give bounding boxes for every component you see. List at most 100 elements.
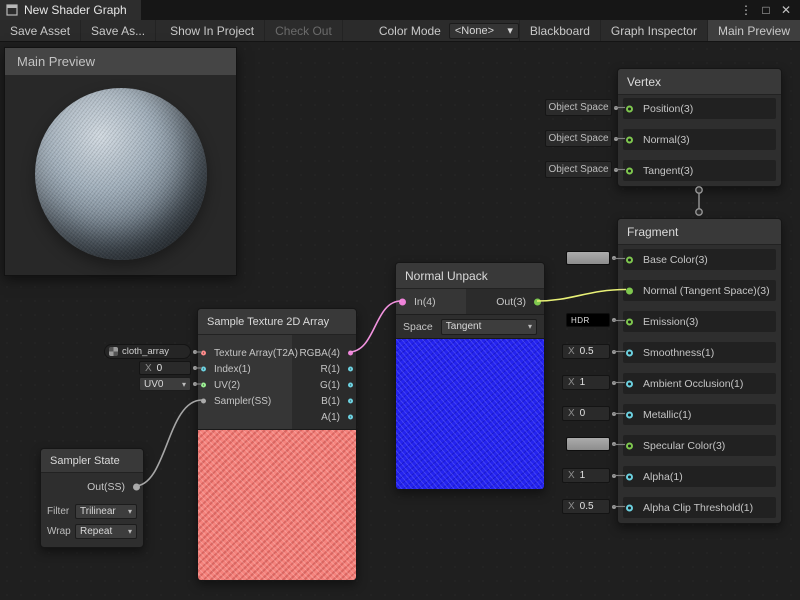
fragment-input-normal-tangent[interactable]: Normal (Tangent Space)(3) (623, 280, 776, 301)
filter-dropdown[interactable]: Trilinear ▾ (75, 504, 137, 519)
a-port-icon[interactable] (348, 415, 353, 420)
out-label: Out(3) (496, 296, 526, 308)
uv-channel-dropdown[interactable]: UV0 ▾ (139, 377, 191, 391)
shader-preview-sphere[interactable] (35, 88, 207, 260)
main-preview-window-header[interactable]: Main Preview (5, 48, 236, 75)
out-ss-port-icon[interactable] (133, 484, 140, 491)
uv-label: UV(2) (214, 380, 240, 391)
position-space-dropdown[interactable]: Object Space (545, 99, 612, 116)
rgba-port-icon[interactable] (348, 351, 353, 356)
vertex-input-normal[interactable]: Normal(3) (623, 129, 776, 150)
fragment-input-alpha[interactable]: Alpha(1) (623, 466, 776, 487)
base-color-swatch[interactable] (566, 251, 610, 265)
texture-array-object-field[interactable]: cloth_array (104, 344, 191, 359)
sample-input-uv[interactable]: UV(2) (198, 377, 292, 393)
show-in-project-button[interactable]: Show In Project (160, 20, 265, 41)
normal-unpack-input-in[interactable]: In(4) (396, 289, 466, 314)
sample-input-texture-array[interactable]: Texture Array(T2A) (198, 345, 292, 361)
uv-port-icon[interactable] (201, 383, 206, 388)
specular-color-swatch[interactable] (566, 437, 610, 451)
fragment-input-specular-color[interactable]: Specular Color(3) (623, 435, 776, 456)
sampler-state-output[interactable]: Out(SS) (41, 473, 143, 501)
fragment-node-header[interactable]: Fragment (618, 219, 781, 245)
sample-output-g[interactable]: G(1) (292, 377, 356, 393)
filter-value: Trilinear (80, 506, 116, 517)
vertex-node-header[interactable]: Vertex (618, 69, 781, 95)
texture-array-port-icon[interactable] (201, 351, 206, 356)
main-preview-title: Main Preview (17, 54, 95, 69)
fragment-input-smoothness[interactable]: Smoothness(1) (623, 342, 776, 363)
metallic-float-field[interactable]: X 0 (562, 406, 610, 421)
fragment-input-alpha-clip[interactable]: Alpha Clip Threshold(1) (623, 497, 776, 518)
vertex-input-position[interactable]: Position(3) (623, 98, 776, 119)
ambient-occlusion-float-field[interactable]: X 1 (562, 375, 610, 390)
in-port-icon[interactable] (399, 298, 406, 305)
x-label: X (568, 377, 575, 388)
index-float-field[interactable]: X 0 (139, 361, 191, 375)
chevron-down-icon: ▾ (182, 380, 186, 389)
menu-icon[interactable]: ⋮ (738, 0, 754, 20)
graph-inspector-toggle-button[interactable]: Graph Inspector (600, 20, 707, 41)
normal-unpack-node[interactable]: Normal Unpack In(4) Out(3) Space Tangent… (395, 262, 545, 490)
out-port-icon[interactable] (534, 298, 541, 305)
sampler-state-node[interactable]: Sampler State Out(SS) Filter Trilinear ▾… (40, 448, 144, 548)
emission-hdr-swatch[interactable]: HDR (566, 313, 610, 327)
sample-texture-2d-array-node[interactable]: Sample Texture 2D Array Texture Array(T2… (197, 308, 357, 581)
position-port-icon[interactable] (626, 105, 633, 112)
main-preview-toggle-button[interactable]: Main Preview (707, 20, 800, 41)
alpha-clip-port-icon[interactable] (626, 504, 633, 511)
x-label: X (145, 363, 152, 374)
sample-node-header[interactable]: Sample Texture 2D Array (198, 309, 356, 335)
tangent-port-icon[interactable] (626, 167, 633, 174)
save-asset-button[interactable]: Save Asset (0, 20, 81, 41)
emission-port-icon[interactable] (626, 318, 633, 325)
metallic-port-icon[interactable] (626, 411, 633, 418)
vertex-node[interactable]: Vertex Position(3) Normal(3) Tangent(3) (617, 68, 782, 187)
save-as-button[interactable]: Save As... (81, 20, 156, 41)
alpha-float-field[interactable]: X 1 (562, 468, 610, 483)
sample-input-sampler[interactable]: Sampler(SS) (198, 393, 292, 409)
sample-output-rgba[interactable]: RGBA(4) (292, 345, 356, 361)
ambient-occlusion-port-icon[interactable] (626, 380, 633, 387)
b-port-icon[interactable] (348, 399, 353, 404)
fragment-input-ambient-occlusion[interactable]: Ambient Occlusion(1) (623, 373, 776, 394)
tangent-space-dropdown[interactable]: Object Space (545, 161, 612, 178)
normal-unpack-output-out[interactable]: Out(3) (466, 289, 544, 314)
space-dropdown[interactable]: Tangent ▾ (441, 319, 537, 335)
normal-space-dropdown[interactable]: Object Space (545, 130, 612, 147)
fragment-input-base-color[interactable]: Base Color(3) (623, 249, 776, 270)
shader-graph-tab[interactable]: New Shader Graph (0, 0, 141, 20)
specular-color-port-icon[interactable] (626, 442, 633, 449)
texture-array-label: Texture Array(T2A) (214, 348, 298, 359)
normal-tangent-port-icon[interactable] (626, 287, 633, 294)
wrap-dropdown[interactable]: Repeat ▾ (75, 524, 137, 539)
sample-output-r[interactable]: R(1) (292, 361, 356, 377)
g-port-icon[interactable] (348, 383, 353, 388)
close-icon[interactable]: ✕ (778, 0, 794, 20)
sample-input-index[interactable]: Index(1) (198, 361, 292, 377)
fragment-node[interactable]: Fragment Base Color(3) Normal (Tangent S… (617, 218, 782, 524)
fragment-input-metallic[interactable]: Metallic(1) (623, 404, 776, 425)
sampler-port-icon[interactable] (201, 399, 206, 404)
sample-output-a[interactable]: A(1) (292, 409, 356, 425)
blackboard-toggle-button[interactable]: Blackboard (519, 20, 600, 41)
smoothness-float-field[interactable]: X 0.5 (562, 344, 610, 359)
r-port-icon[interactable] (348, 367, 353, 372)
sampler-state-header[interactable]: Sampler State (41, 449, 143, 473)
normal-unpack-header[interactable]: Normal Unpack (396, 263, 544, 289)
fragment-input-emission[interactable]: Emission(3) (623, 311, 776, 332)
vertex-input-tangent[interactable]: Tangent(3) (623, 160, 776, 181)
ambient-occlusion-label: Ambient Occlusion(1) (643, 378, 743, 390)
alpha-value: 1 (580, 470, 586, 481)
sample-output-b[interactable]: B(1) (292, 393, 356, 409)
alpha-port-icon[interactable] (626, 473, 633, 480)
window-controls: ⋮ □ ✕ (738, 0, 800, 20)
smoothness-port-icon[interactable] (626, 349, 633, 356)
alpha-clip-float-field[interactable]: X 0.5 (562, 499, 610, 514)
sample-node-inputs: Texture Array(T2A) Index(1) UV(2) Sample… (198, 335, 292, 429)
normal-port-icon[interactable] (626, 136, 633, 143)
index-port-icon[interactable] (201, 367, 206, 372)
color-mode-dropdown[interactable]: <None> ▾ (449, 23, 519, 39)
maximize-icon[interactable]: □ (758, 0, 774, 20)
base-color-port-icon[interactable] (626, 256, 633, 263)
